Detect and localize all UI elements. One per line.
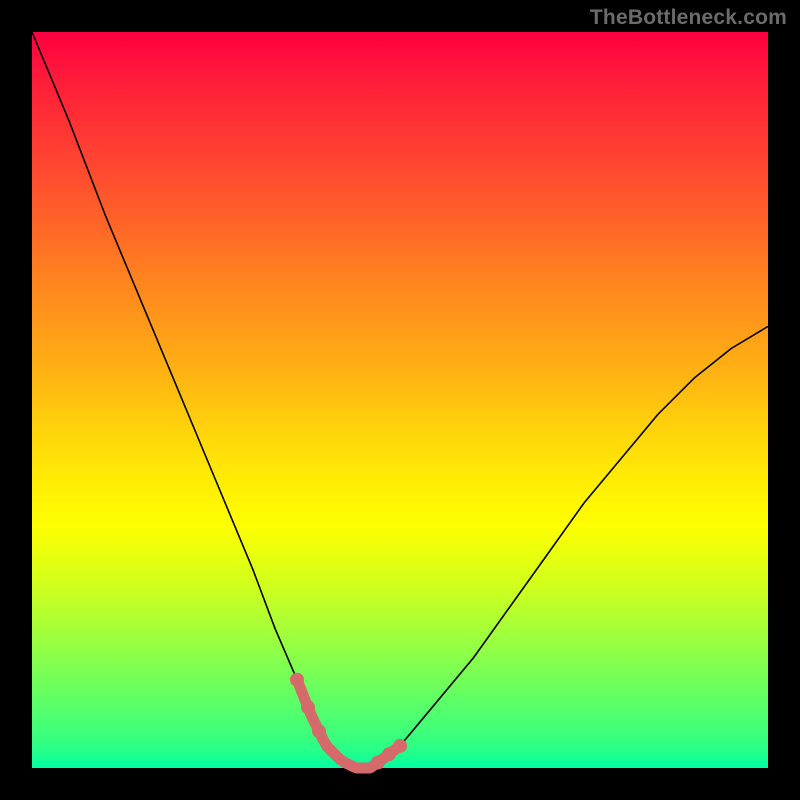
highlight-dots — [290, 673, 407, 770]
watermark-text: TheBottleneck.com — [590, 6, 787, 30]
main-curve-path — [32, 32, 768, 768]
highlight-dot — [312, 724, 326, 738]
highlight-dot — [393, 739, 407, 753]
highlight-dot — [290, 673, 304, 687]
highlight-dot — [301, 700, 315, 714]
chart-canvas: TheBottleneck.com — [0, 0, 800, 800]
plot-area — [32, 32, 768, 768]
highlight-dot — [371, 756, 385, 770]
curve-svg — [32, 32, 768, 768]
bottleneck-curve — [32, 32, 768, 770]
